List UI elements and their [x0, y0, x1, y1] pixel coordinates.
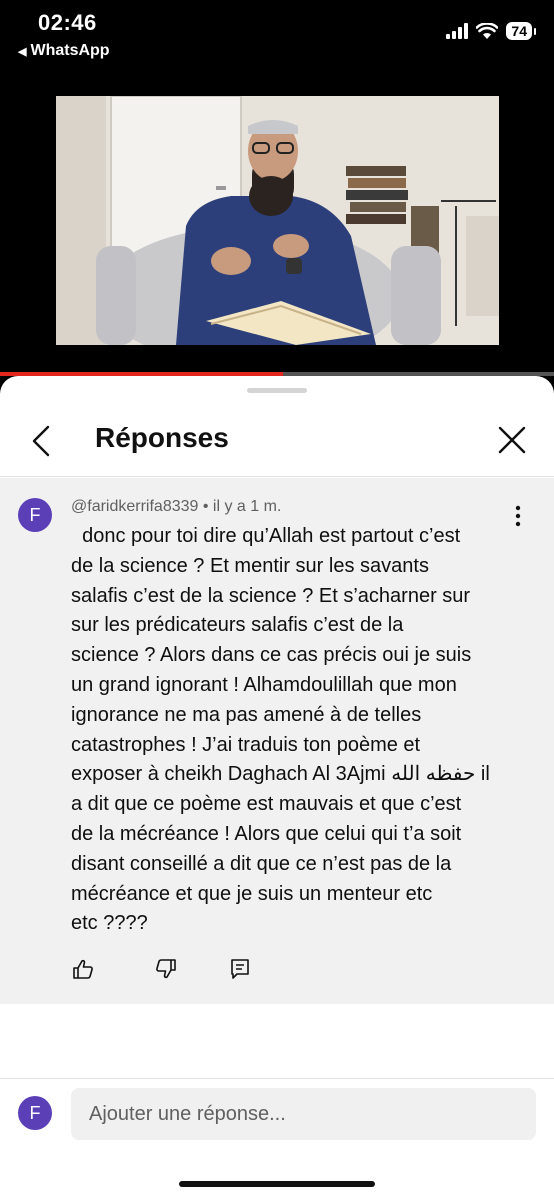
avatar[interactable]: F [18, 498, 52, 532]
wifi-icon [476, 23, 499, 39]
status-bar: 02:46 ◀ WhatsApp 74 [0, 0, 554, 70]
comment-author[interactable]: @faridkerrifa8339 [71, 498, 198, 515]
comment-meta: @faridkerrifa8339 • il y a 1 m. [71, 498, 281, 516]
drag-handle[interactable] [247, 388, 307, 393]
back-to-app-link[interactable]: ◀ WhatsApp [18, 42, 110, 60]
video-frame-image [56, 96, 499, 345]
battery-icon: 74 [506, 22, 536, 40]
panel-title: Réponses [95, 422, 229, 453]
back-triangle-icon: ◀ [18, 45, 27, 58]
comment-time: il y a 1 m. [212, 498, 282, 515]
meta-separator: • [202, 498, 213, 515]
signal-icon [446, 23, 469, 39]
reply-icon[interactable] [229, 958, 251, 980]
home-indicator[interactable] [179, 1181, 375, 1187]
header-divider [0, 476, 554, 477]
status-icons: 74 [446, 22, 536, 40]
video-player[interactable] [56, 96, 499, 345]
comment-text: donc pour toi dire qu’Allah est partout … [71, 525, 490, 935]
parent-comment: F @faridkerrifa8339 • il y a 1 m. donc p… [0, 478, 554, 1004]
thumb-down-icon[interactable] [155, 958, 177, 980]
back-chevron-icon[interactable] [28, 424, 58, 458]
back-app-label: WhatsApp [30, 42, 110, 59]
input-divider [0, 1078, 554, 1079]
replies-panel: Réponses F @faridkerrifa8339 • il y a 1 … [0, 376, 554, 1200]
thumb-up-icon[interactable] [72, 958, 94, 980]
status-time: 02:46 [38, 10, 97, 35]
close-icon[interactable] [496, 424, 528, 456]
reply-input[interactable] [71, 1088, 536, 1140]
user-avatar[interactable]: F [18, 1096, 52, 1130]
